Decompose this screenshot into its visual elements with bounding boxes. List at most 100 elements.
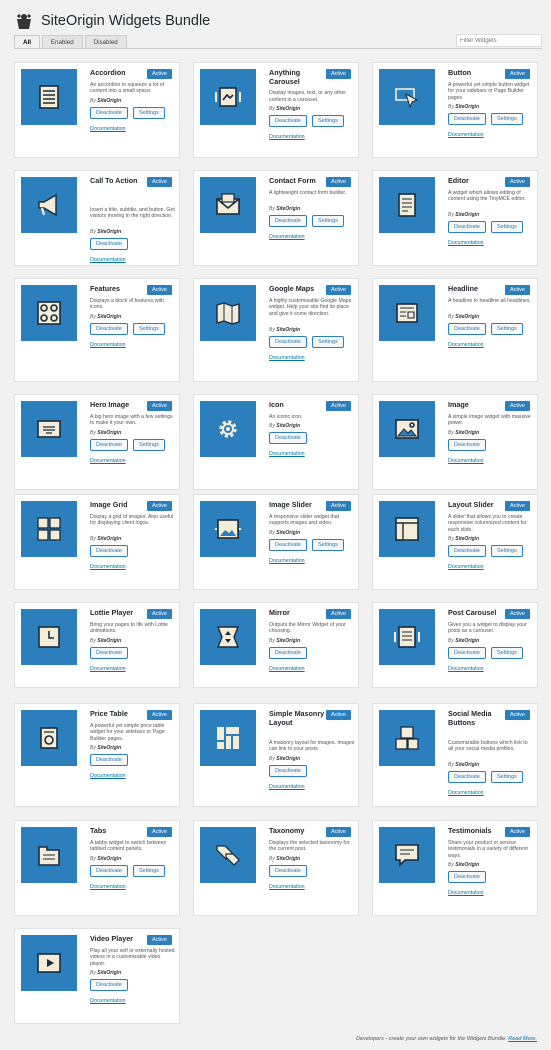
documentation-link[interactable]: Documentation <box>269 558 305 564</box>
documentation-link[interactable]: Documentation <box>448 458 484 464</box>
deactivate-button[interactable]: Deactivate <box>90 646 128 659</box>
deactivate-button[interactable]: Deactivate <box>448 221 486 234</box>
widget-description: A powerful yet simple button widget for … <box>448 81 530 101</box>
documentation-link[interactable]: Documentation <box>90 773 126 779</box>
documentation-link[interactable]: Documentation <box>90 126 126 132</box>
settings-button[interactable]: Settings <box>312 115 344 128</box>
documentation-link[interactable]: Documentation <box>448 342 484 348</box>
documentation-link[interactable]: Documentation <box>90 458 126 464</box>
settings-button[interactable]: Settings <box>312 538 344 551</box>
documentation-link[interactable]: Documentation <box>90 342 126 348</box>
documentation-link[interactable]: Documentation <box>269 784 305 790</box>
documentation-link[interactable]: Documentation <box>448 666 484 672</box>
settings-button[interactable]: Settings <box>491 545 523 558</box>
widget-card: Taxonomy Active Displays the selected taxo… <box>193 820 359 916</box>
active-badge: Active <box>326 401 351 411</box>
documentation-link[interactable]: Documentation <box>269 666 305 672</box>
widget-card: Image Slider Active A responsive slider wi… <box>193 494 359 590</box>
widget-description: Displays a block of features with icons. <box>90 297 165 311</box>
author-name: SiteOrigin <box>97 536 122 543</box>
active-badge: Active <box>326 285 351 295</box>
deactivate-button[interactable]: Deactivate <box>448 871 486 884</box>
deactivate-button[interactable]: Deactivate <box>269 764 307 777</box>
settings-button[interactable]: Settings <box>133 438 165 451</box>
deactivate-button[interactable]: Deactivate <box>448 322 486 335</box>
documentation-link[interactable]: Documentation <box>448 132 484 138</box>
documentation-link[interactable]: Documentation <box>269 355 305 361</box>
settings-button[interactable]: Settings <box>491 113 523 126</box>
settings-button[interactable]: Settings <box>312 335 344 348</box>
widget-description: Display images, text, or any other conte… <box>269 90 346 103</box>
deactivate-button[interactable]: Deactivate <box>269 214 307 227</box>
active-badge: Active <box>147 827 172 837</box>
deactivate-button[interactable]: Deactivate <box>269 646 307 659</box>
deactivate-button[interactable]: Deactivate <box>269 115 307 128</box>
deactivate-button[interactable]: Deactivate <box>269 432 307 445</box>
settings-button[interactable]: Settings <box>312 214 344 227</box>
documentation-link[interactable]: Documentation <box>90 666 126 672</box>
active-badge: Active <box>147 401 172 411</box>
read-more-link[interactable]: Read More. <box>508 1036 537 1042</box>
deactivate-button[interactable]: Deactivate <box>269 864 307 877</box>
deactivate-button[interactable]: Deactivate <box>90 322 128 335</box>
tab-disabled[interactable]: Disabled <box>84 35 127 49</box>
widget-actions: Deactivate Settings <box>448 545 528 558</box>
settings-button[interactable]: Settings <box>491 221 523 234</box>
deactivate-button[interactable]: Deactivate <box>90 545 128 558</box>
deactivate-button[interactable]: Deactivate <box>448 646 486 659</box>
image-grid-icon <box>21 501 77 557</box>
deactivate-button[interactable]: Deactivate <box>269 335 307 348</box>
deactivate-button[interactable]: Deactivate <box>90 238 128 251</box>
widget-description: Share your product or service testimonia… <box>448 839 528 859</box>
widget-card: Testimonials Active Share your product or … <box>372 820 538 916</box>
button-icon-glyph <box>395 88 419 109</box>
settings-button[interactable]: Settings <box>133 322 165 335</box>
author-name: SiteOrigin <box>455 862 480 869</box>
filter-widgets-input[interactable] <box>456 34 542 47</box>
deactivate-button[interactable]: Deactivate <box>448 545 486 558</box>
widget-author: By SiteOrigin <box>90 856 121 862</box>
active-badge: Active <box>505 285 530 295</box>
deactivate-button[interactable]: Deactivate <box>90 438 128 451</box>
documentation-link[interactable]: Documentation <box>90 998 126 1004</box>
deactivate-button[interactable]: Deactivate <box>448 113 486 126</box>
deactivate-button[interactable]: Deactivate <box>269 538 307 551</box>
documentation-link[interactable]: Documentation <box>269 234 305 240</box>
post-carousel-icon-glyph <box>394 626 420 648</box>
widget-description: Gives you a widget to display your posts… <box>448 621 527 635</box>
widget-actions: Deactivate <box>90 646 133 659</box>
settings-button[interactable]: Settings <box>133 864 165 877</box>
documentation-link[interactable]: Documentation <box>448 790 484 796</box>
documentation-link[interactable]: Documentation <box>269 884 305 890</box>
deactivate-button[interactable]: Deactivate <box>90 754 128 767</box>
author-name: SiteOrigin <box>455 536 480 543</box>
testimonial-icon-glyph <box>395 844 419 867</box>
by-label: By <box>269 423 275 430</box>
social-icon-glyph <box>395 726 419 750</box>
documentation-link[interactable]: Documentation <box>90 257 126 263</box>
documentation-link[interactable]: Documentation <box>90 884 126 890</box>
deactivate-button[interactable]: Deactivate <box>90 106 128 119</box>
widget-card: Tabs Active A tabby widget to switch betwe… <box>14 820 180 916</box>
documentation-link[interactable]: Documentation <box>269 451 305 457</box>
settings-button[interactable]: Settings <box>133 106 165 119</box>
by-label: By <box>90 313 96 320</box>
documentation-link[interactable]: Documentation <box>448 564 484 570</box>
documentation-link[interactable]: Documentation <box>269 134 305 140</box>
settings-button[interactable]: Settings <box>491 322 523 335</box>
deactivate-button[interactable]: Deactivate <box>90 979 128 992</box>
widget-name: Icon <box>269 400 284 409</box>
tab-enabled[interactable]: Enabled <box>41 35 83 49</box>
map-icon <box>200 285 256 341</box>
settings-button[interactable]: Settings <box>491 646 523 659</box>
documentation-link[interactable]: Documentation <box>448 240 484 246</box>
settings-button[interactable]: Settings <box>491 771 523 784</box>
siteorigin-logo-icon <box>17 14 31 29</box>
widget-author: By SiteOrigin <box>448 212 479 218</box>
deactivate-button[interactable]: Deactivate <box>448 771 486 784</box>
deactivate-button[interactable]: Deactivate <box>448 438 486 451</box>
documentation-link[interactable]: Documentation <box>90 564 126 570</box>
tab-all[interactable]: All <box>14 35 40 49</box>
documentation-link[interactable]: Documentation <box>448 890 484 896</box>
deactivate-button[interactable]: Deactivate <box>90 864 128 877</box>
